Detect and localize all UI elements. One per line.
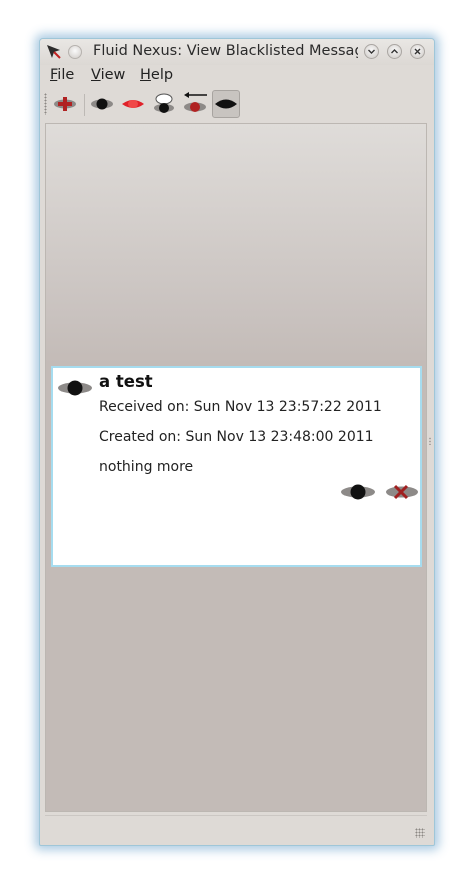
toolbar bbox=[40, 87, 434, 121]
minimize-button[interactable] bbox=[364, 44, 379, 59]
toolbar-separator bbox=[84, 94, 85, 116]
window-title: Fluid Nexus: View Blacklisted Messag... bbox=[93, 43, 358, 59]
close-button[interactable] bbox=[410, 44, 425, 59]
chevron-down-icon bbox=[368, 49, 375, 54]
app-logo-icon[interactable] bbox=[46, 44, 62, 60]
menu-view[interactable]: View bbox=[91, 67, 125, 83]
message-title: a test bbox=[99, 372, 153, 391]
view-all-button[interactable] bbox=[88, 90, 116, 118]
view-all-icon bbox=[91, 98, 113, 110]
maximize-button[interactable] bbox=[387, 44, 402, 59]
message-received-date: Received on: Sun Nov 13 23:57:22 2011 bbox=[99, 399, 382, 415]
view-public-button[interactable] bbox=[150, 90, 178, 118]
menu-bar: File View Help bbox=[40, 65, 434, 87]
view-public-icon bbox=[154, 93, 174, 113]
add-message-icon bbox=[54, 97, 76, 111]
view-outgoing-button[interactable] bbox=[119, 90, 147, 118]
unblacklist-button[interactable] bbox=[340, 482, 376, 502]
delete-button[interactable] bbox=[384, 482, 420, 502]
add-message-button[interactable] bbox=[51, 90, 79, 118]
view-blacklisted-button[interactable] bbox=[212, 90, 240, 118]
unblacklist-icon bbox=[341, 484, 375, 500]
keep-above-button[interactable] bbox=[68, 45, 82, 59]
chevron-up-icon bbox=[391, 49, 398, 54]
view-received-icon bbox=[184, 92, 207, 112]
resize-grip[interactable] bbox=[415, 828, 425, 838]
splitter-handle[interactable] bbox=[429, 437, 431, 445]
message-status-icon bbox=[58, 380, 92, 396]
message-body: nothing more bbox=[99, 459, 194, 475]
message-card[interactable]: a test Received on: Sun Nov 13 23:57:22 … bbox=[51, 366, 422, 567]
toolbar-grip[interactable] bbox=[44, 93, 47, 115]
message-list-area[interactable]: a test Received on: Sun Nov 13 23:57:22 … bbox=[45, 123, 427, 812]
view-received-button[interactable] bbox=[181, 90, 209, 118]
delete-icon bbox=[386, 484, 418, 500]
app-window: Fluid Nexus: View Blacklisted Messag... … bbox=[39, 38, 435, 846]
view-blacklisted-icon bbox=[215, 99, 237, 109]
status-bar bbox=[45, 815, 427, 840]
message-created-date: Created on: Sun Nov 13 23:48:00 2011 bbox=[99, 429, 374, 445]
close-icon bbox=[414, 48, 421, 55]
title-bar[interactable]: Fluid Nexus: View Blacklisted Messag... bbox=[40, 39, 434, 65]
view-outgoing-icon bbox=[122, 100, 144, 108]
menu-help[interactable]: Help bbox=[140, 67, 173, 83]
menu-file[interactable]: File bbox=[50, 67, 74, 83]
